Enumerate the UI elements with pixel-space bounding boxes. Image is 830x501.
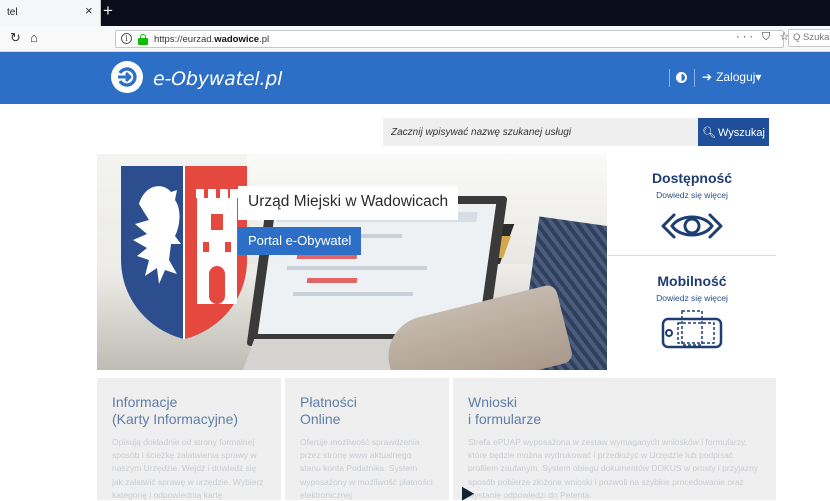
- address-bar[interactable]: i https://eurzad.wadowice.pl: [115, 30, 784, 48]
- home-icon[interactable]: ⌂: [30, 30, 38, 46]
- side-panel: Dostępność Dowiedz się więcej Mobilność …: [608, 154, 776, 370]
- browser-search-field[interactable]: Q Szuka: [788, 29, 830, 47]
- accessibility-title: Dostępność: [651, 170, 733, 186]
- card-title: Wnioski i formularze: [468, 394, 542, 427]
- card-information[interactable]: Informacje (Karty Informacyjne) Opisują d…: [97, 378, 281, 500]
- hero-subtitle[interactable]: Portal e-Obywatel: [238, 227, 362, 255]
- chevron-down-icon: ▾: [755, 70, 762, 84]
- new-tab-button[interactable]: +: [103, 2, 113, 20]
- accessibility-box[interactable]: Dostępność Dowiedz się więcej: [608, 154, 776, 256]
- city-crest-icon: [121, 166, 247, 339]
- reload-icon[interactable]: ↻: [10, 30, 21, 46]
- card-forms[interactable]: Wnioski i formularze Strefa ePUAP wyposaż…: [453, 378, 776, 500]
- browser-tab[interactable]: tel ×: [0, 0, 101, 26]
- logo-icon[interactable]: [111, 61, 143, 93]
- laptop-display: [286, 266, 428, 270]
- site-header: e-Obywatel.pl ➔ Zaloguj▾: [0, 52, 830, 104]
- card-payments[interactable]: Płatności Online Oferuje możliwość sprawd…: [285, 378, 449, 500]
- login-button[interactable]: ➔ Zaloguj▾: [702, 70, 761, 84]
- accessibility-link[interactable]: Dowiedz się więcej: [608, 190, 776, 200]
- tab-title: tel: [7, 7, 18, 18]
- mobile-device-icon: [661, 310, 723, 349]
- browser-nav-bar: ↻ ⌂ i https://eurzad.wadowice.pl: [0, 26, 830, 52]
- search-button[interactable]: 🔍︎ Wyszukaj: [698, 118, 769, 146]
- site-info-icon[interactable]: i: [121, 33, 132, 44]
- card-description: Strefa ePUAP wyposażona w zestaw wymagan…: [468, 437, 759, 500]
- hero-banner: Urząd Miejski w Wadowicach Portal e-Obyw…: [97, 154, 607, 370]
- laptop-display: [306, 278, 358, 283]
- card-description: Opisują dokładnie od strony formalnej sp…: [112, 437, 264, 500]
- header-divider: [694, 69, 695, 87]
- card-description: Oferuje możliwość sprawdzenia przez stro…: [300, 437, 433, 500]
- card-title: Informacje (Karty Informacyjne): [112, 394, 239, 427]
- mobility-link[interactable]: Dowiedz się więcej: [608, 293, 776, 303]
- card-title: Płatności Online: [300, 394, 357, 427]
- page-actions-icons[interactable]: ··· ⛉ ☆: [736, 30, 792, 44]
- mobility-box[interactable]: Mobilność Dowiedz się więcej: [608, 257, 776, 370]
- laptop-display: [292, 292, 414, 296]
- info-cards: Informacje (Karty Informacyjne) Opisują d…: [97, 378, 776, 500]
- hero-title: Urząd Miejski w Wadowicach: [238, 186, 459, 220]
- search-icon: 🔍︎: [702, 126, 716, 139]
- browser-tab-bar: tel × +: [0, 0, 830, 26]
- contrast-icon[interactable]: [676, 72, 687, 83]
- url-text[interactable]: https://eurzad.wadowice.pl: [154, 34, 269, 45]
- lock-icon: [138, 34, 148, 45]
- eye-icon: [661, 213, 723, 239]
- header-divider: [669, 69, 670, 87]
- close-tab-icon[interactable]: ×: [85, 4, 93, 18]
- mobility-title: Mobilność: [657, 273, 727, 289]
- service-search-input[interactable]: [383, 118, 698, 146]
- login-icon: ➔: [702, 70, 713, 84]
- site-logo-text[interactable]: e-Obywatel.pl: [153, 68, 282, 90]
